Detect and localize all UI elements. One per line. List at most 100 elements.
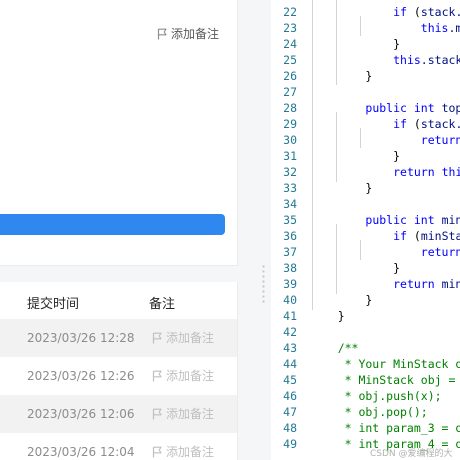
line-number: 40	[283, 293, 297, 307]
line-number: 30	[283, 133, 297, 147]
flag-icon	[152, 332, 162, 344]
code-editor[interactable]: 22 if (stack.getFir23 this.minStack24 }2…	[271, 0, 460, 460]
line-number: 38	[283, 261, 297, 275]
table-row[interactable]: 2023/03/26 12:28 添加备注	[0, 319, 237, 357]
line-number: 48	[283, 421, 297, 435]
code-text: return -1;	[420, 245, 460, 259]
indent-guide	[312, 0, 313, 310]
indent-guide	[336, 0, 337, 85]
code-text: * obj.pop();	[310, 405, 428, 419]
code-text: return -1;	[420, 133, 460, 147]
runtime-distribution-bar[interactable]	[0, 214, 225, 235]
add-note-link[interactable]: 添加备注	[152, 369, 214, 383]
indent-guide	[360, 16, 361, 36]
submissions-table: 提交时间 备注 2023/03/26 12:28 添加备注 2023/03/26…	[0, 282, 238, 460]
code-line[interactable]: 33 }	[271, 180, 460, 196]
add-note-link[interactable]: 添加备注	[152, 331, 214, 345]
line-number: 25	[283, 53, 297, 67]
panel-resize-handle[interactable]	[258, 0, 270, 460]
submission-time: 2023/03/26 12:06	[27, 407, 135, 421]
table-row[interactable]: 2023/03/26 12:06 添加备注	[0, 395, 237, 433]
code-line[interactable]: 26 }	[271, 68, 460, 84]
code-line[interactable]: 31 }	[271, 148, 460, 164]
code-line[interactable]: 41 }	[271, 308, 460, 324]
add-note-link[interactable]: 添加备注	[152, 407, 214, 421]
line-number: 37	[283, 245, 297, 259]
code-text: /**	[310, 341, 359, 355]
result-card: 添加备注	[0, 0, 238, 266]
code-line[interactable]: 42	[271, 324, 460, 340]
line-number: 24	[283, 37, 297, 51]
code-text: * obj.push(x);	[310, 389, 442, 403]
code-line[interactable]: 32 return this.stac	[271, 164, 460, 180]
line-number: 47	[283, 405, 297, 419]
code-line[interactable]: 40 }	[271, 292, 460, 308]
line-number: 32	[283, 165, 297, 179]
code-line[interactable]: 27	[271, 84, 460, 100]
code-text: * int param_3 = obj.top	[344, 421, 460, 435]
code-line[interactable]: 36 if (minStack.is	[271, 228, 460, 244]
submission-time: 2023/03/26 12:04	[27, 445, 135, 459]
code-line[interactable]: 48 * int param_3 = obj.top	[271, 420, 460, 436]
indent-guide	[360, 128, 361, 148]
code-line[interactable]: 35 public int min() {	[271, 212, 460, 228]
line-number: 27	[283, 85, 297, 99]
code-line[interactable]: 29 if (stack.isEmpt	[271, 116, 460, 132]
submission-time: 2023/03/26 12:26	[27, 369, 135, 383]
indent-guide	[360, 240, 361, 260]
code-text: if (stack.isEmpt	[393, 117, 460, 131]
watermark: CSDN @爱编程的大李子	[370, 449, 453, 459]
code-text: }	[337, 309, 345, 323]
code-text: * MinStack obj = new Mi	[344, 373, 456, 387]
drag-handle-icon	[262, 264, 265, 304]
code-text: }	[365, 69, 373, 83]
code-line[interactable]: 38 }	[271, 260, 460, 276]
code-text: }	[393, 149, 401, 163]
column-header-time: 提交时间	[27, 297, 80, 312]
line-number: 39	[283, 277, 297, 291]
line-number: 31	[283, 149, 297, 163]
code-line[interactable]: 24 }	[271, 36, 460, 52]
code-line[interactable]: 30 return -1;	[271, 132, 460, 148]
code-line[interactable]: 45 * MinStack obj = new Mi	[271, 372, 460, 388]
add-note-label: 添加备注	[166, 407, 215, 421]
add-note-label: 添加备注	[166, 445, 215, 459]
flag-icon	[152, 446, 162, 458]
column-header-note: 备注	[149, 297, 176, 312]
add-note-link[interactable]: 添加备注	[152, 445, 214, 459]
line-number: 33	[283, 181, 297, 195]
line-number: 36	[283, 229, 297, 243]
line-number: 35	[283, 213, 297, 227]
add-note-label: 添加备注	[171, 27, 220, 41]
flag-icon	[152, 408, 162, 420]
table-header: 提交时间 备注	[0, 282, 237, 319]
line-number: 45	[283, 373, 297, 387]
code-line[interactable]: 23 this.minStack	[271, 20, 460, 36]
code-line[interactable]: 28 public int top() {	[271, 100, 460, 116]
code-line[interactable]: 47 * obj.pop();	[271, 404, 460, 420]
code-text: if (stack.getFir	[393, 5, 460, 19]
indent-guide	[336, 112, 337, 182]
code-line[interactable]: 22 if (stack.getFir	[271, 4, 460, 20]
add-note-label: 添加备注	[166, 369, 215, 383]
add-note-button[interactable]: 添加备注	[157, 26, 219, 42]
code-line[interactable]: 43 /**	[271, 340, 460, 356]
code-text: public int top() {	[365, 101, 460, 115]
line-number: 46	[283, 389, 297, 403]
code-line[interactable]: 44 * Your MinStack object	[271, 356, 460, 372]
table-row[interactable]: 2023/03/26 12:04 添加备注	[0, 433, 237, 460]
line-number: 26	[283, 69, 297, 83]
code-text: return this.stac	[393, 165, 460, 179]
submission-time: 2023/03/26 12:28	[27, 331, 135, 345]
code-line[interactable]: 37 return -1;	[271, 244, 460, 260]
code-line[interactable]: 25 this.stack.pop()	[271, 52, 460, 68]
line-number: 43	[283, 341, 297, 355]
table-row[interactable]: 2023/03/26 12:26 添加备注	[0, 357, 237, 395]
line-number: 28	[283, 101, 297, 115]
code-line[interactable]: 39 return minStack.	[271, 276, 460, 292]
code-line[interactable]: 34	[271, 196, 460, 212]
line-number: 42	[283, 325, 297, 339]
line-number: 29	[283, 117, 297, 131]
code-line[interactable]: 46 * obj.push(x);	[271, 388, 460, 404]
line-number: 41	[283, 309, 297, 323]
